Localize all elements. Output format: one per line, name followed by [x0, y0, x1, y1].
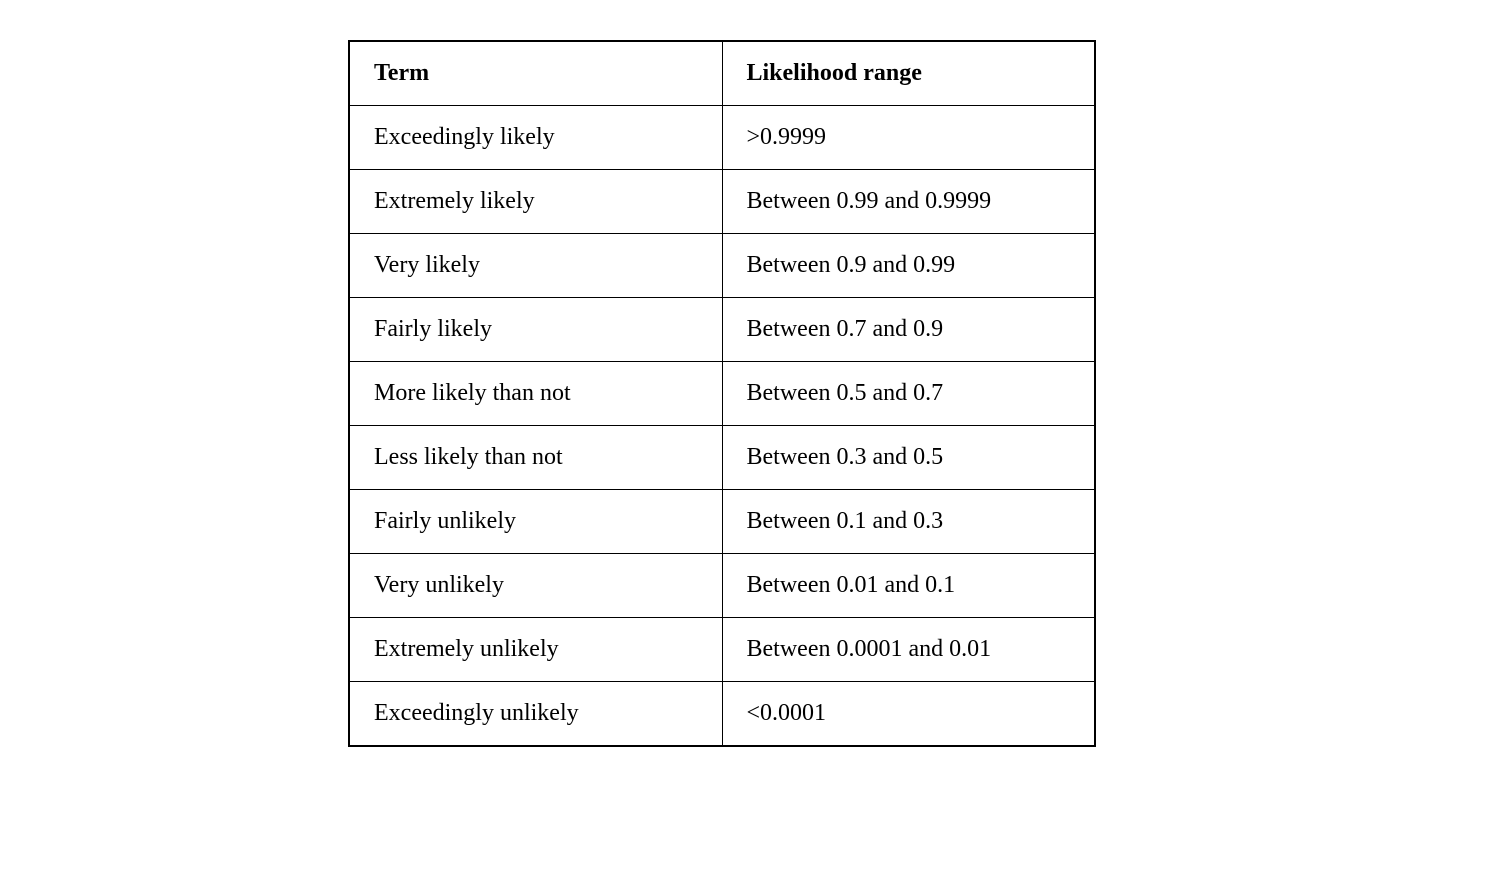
table-row: Less likely than not Between 0.3 and 0.5 [349, 426, 1095, 490]
cell-term: Exceedingly likely [349, 106, 722, 170]
cell-range: Between 0.7 and 0.9 [722, 298, 1095, 362]
cell-term: Fairly unlikely [349, 490, 722, 554]
table-body: Exceedingly likely >0.9999 Extremely lik… [349, 106, 1095, 747]
cell-range: Between 0.01 and 0.1 [722, 554, 1095, 618]
table-header-row: Term Likelihood range [349, 41, 1095, 106]
likelihood-table: Term Likelihood range Exceedingly likely… [348, 40, 1096, 747]
cell-term: More likely than not [349, 362, 722, 426]
header-range: Likelihood range [722, 41, 1095, 106]
table-row: Extremely unlikely Between 0.0001 and 0.… [349, 618, 1095, 682]
header-term: Term [349, 41, 722, 106]
cell-term: Less likely than not [349, 426, 722, 490]
cell-term: Extremely unlikely [349, 618, 722, 682]
cell-range: Between 0.3 and 0.5 [722, 426, 1095, 490]
cell-term: Extremely likely [349, 170, 722, 234]
cell-term: Exceedingly unlikely [349, 682, 722, 747]
table-row: More likely than not Between 0.5 and 0.7 [349, 362, 1095, 426]
table-row: Exceedingly unlikely <0.0001 [349, 682, 1095, 747]
table-row: Extremely likely Between 0.99 and 0.9999 [349, 170, 1095, 234]
cell-range: Between 0.0001 and 0.01 [722, 618, 1095, 682]
cell-range: <0.0001 [722, 682, 1095, 747]
cell-term: Very unlikely [349, 554, 722, 618]
table-row: Fairly likely Between 0.7 and 0.9 [349, 298, 1095, 362]
cell-term: Fairly likely [349, 298, 722, 362]
cell-range: >0.9999 [722, 106, 1095, 170]
cell-range: Between 0.1 and 0.3 [722, 490, 1095, 554]
cell-range: Between 0.9 and 0.99 [722, 234, 1095, 298]
table-row: Fairly unlikely Between 0.1 and 0.3 [349, 490, 1095, 554]
cell-term: Very likely [349, 234, 722, 298]
table-row: Exceedingly likely >0.9999 [349, 106, 1095, 170]
cell-range: Between 0.99 and 0.9999 [722, 170, 1095, 234]
cell-range: Between 0.5 and 0.7 [722, 362, 1095, 426]
table-row: Very unlikely Between 0.01 and 0.1 [349, 554, 1095, 618]
table-row: Very likely Between 0.9 and 0.99 [349, 234, 1095, 298]
